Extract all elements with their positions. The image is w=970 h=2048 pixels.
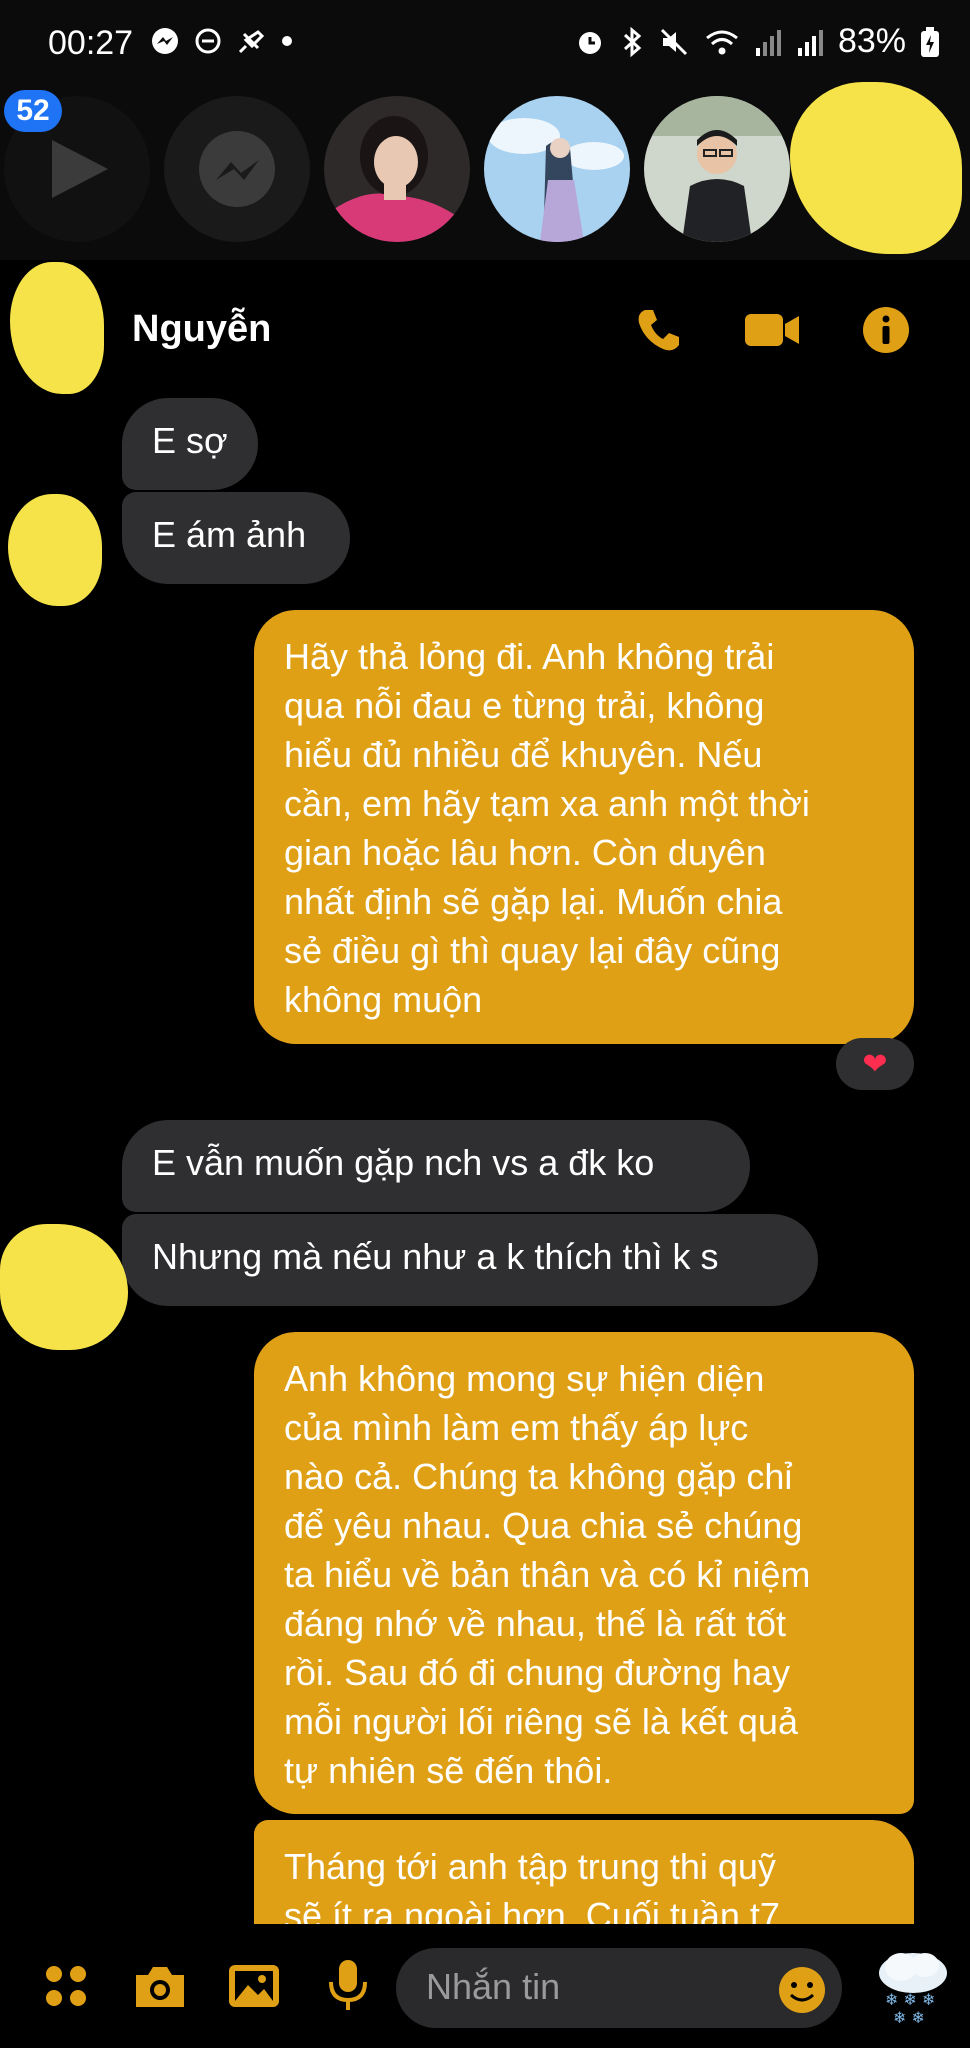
alarm-icon bbox=[574, 26, 606, 58]
story-avatar-1[interactable] bbox=[324, 96, 470, 242]
battery-charging-icon bbox=[920, 26, 940, 58]
mic-icon[interactable] bbox=[318, 1956, 378, 2016]
message-incoming[interactable]: E ám ảnh bbox=[122, 492, 350, 584]
svg-text:❄ ❄: ❄ ❄ bbox=[893, 2008, 925, 2027]
snow-sticker-icon[interactable]: ❄ ❄ ❄ ❄ ❄ bbox=[868, 1940, 958, 2030]
message-outgoing[interactable]: Hãy thả lỏng đi. Anh không trải qua nỗi … bbox=[254, 610, 914, 1044]
avatar-1 bbox=[324, 96, 470, 242]
status-bar: 00:27 83% bbox=[0, 0, 970, 90]
story-avatar-2[interactable] bbox=[484, 96, 630, 242]
avatar-2 bbox=[484, 96, 630, 242]
pin-off-icon bbox=[236, 26, 266, 56]
messenger-icon bbox=[199, 131, 275, 207]
status-right-icons: 83% bbox=[574, 22, 940, 61]
heart-icon: ❤ bbox=[862, 1047, 888, 1081]
battery-percent: 83% bbox=[837, 22, 906, 60]
redaction-scribble bbox=[8, 494, 102, 606]
wifi-icon bbox=[704, 26, 740, 58]
message-outgoing[interactable]: Anh không mong sự hiện diện của mình làm… bbox=[254, 1332, 914, 1814]
signal-icon bbox=[796, 26, 824, 58]
story-avatar-3[interactable] bbox=[644, 96, 790, 242]
svg-text:❄ ❄ ❄: ❄ ❄ ❄ bbox=[885, 1990, 935, 2009]
signal-icon bbox=[754, 26, 782, 58]
emoji-icon[interactable] bbox=[772, 1960, 832, 2020]
dnd-icon bbox=[194, 27, 222, 55]
message-input-placeholder: Nhắn tin bbox=[426, 1966, 561, 2007]
message-incoming[interactable]: Nhưng mà nếu như a k thích thì k s bbox=[122, 1214, 818, 1306]
mute-icon bbox=[658, 26, 690, 58]
unread-badge: 52 bbox=[4, 90, 62, 132]
dot-icon bbox=[280, 34, 294, 48]
gallery-icon[interactable] bbox=[224, 1956, 284, 2016]
messenger-icon bbox=[150, 26, 180, 56]
phone-icon[interactable] bbox=[628, 300, 688, 360]
story-messenger[interactable] bbox=[164, 96, 310, 242]
status-time: 00:27 bbox=[48, 24, 134, 62]
heart-reaction[interactable]: ❤ bbox=[836, 1038, 914, 1090]
message-incoming[interactable]: E vẫn muốn gặp nch vs a đk ko bbox=[122, 1120, 750, 1212]
bluetooth-icon bbox=[620, 26, 644, 58]
info-icon[interactable] bbox=[856, 300, 916, 360]
message-incoming[interactable]: E sợ bbox=[122, 398, 258, 490]
video-icon[interactable] bbox=[742, 300, 802, 360]
status-left-icons bbox=[150, 26, 294, 56]
contact-name[interactable]: Nguyễn bbox=[132, 308, 271, 351]
apps-icon[interactable] bbox=[36, 1956, 96, 2016]
avatar-3 bbox=[644, 96, 790, 242]
camera-icon[interactable] bbox=[130, 1956, 190, 2016]
